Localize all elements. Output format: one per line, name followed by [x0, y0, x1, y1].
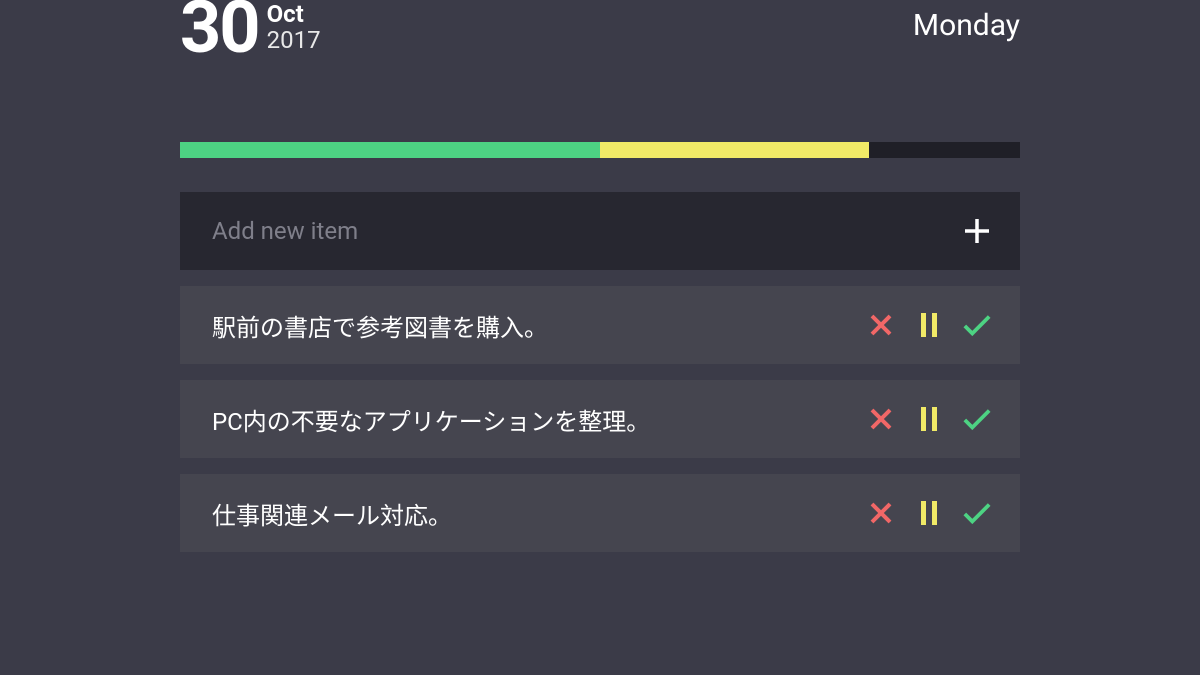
day-number: 30 [180, 0, 259, 64]
task-text: 駅前の書店で参考図書を購入。 [212, 308, 548, 343]
task-row: 仕事関連メール対応。 [180, 474, 1020, 552]
pause-icon[interactable] [914, 404, 944, 434]
task-text: PC内の不要なアプリケーションを整理。 [212, 402, 650, 437]
task-actions [866, 404, 992, 434]
delete-icon[interactable] [866, 404, 896, 434]
check-icon[interactable] [962, 404, 992, 434]
date-block: 30 Oct 2017 [180, 0, 321, 64]
pause-icon[interactable] [914, 498, 944, 528]
plus-icon[interactable] [962, 216, 992, 246]
month-label: Oct [267, 2, 321, 26]
delete-icon[interactable] [866, 498, 896, 528]
delete-icon[interactable] [866, 310, 896, 340]
add-item-row[interactable] [180, 192, 1020, 270]
check-icon[interactable] [962, 498, 992, 528]
weekday-label: Monday [913, 0, 1020, 43]
check-icon[interactable] [962, 310, 992, 340]
task-actions [866, 498, 992, 528]
task-text: 仕事関連メール対応。 [212, 496, 452, 531]
task-actions [866, 310, 992, 340]
add-item-input[interactable] [212, 217, 962, 245]
progress-bar [180, 142, 1020, 158]
task-row: 駅前の書店で参考図書を購入。 [180, 286, 1020, 364]
progress-segment-pending [600, 142, 869, 158]
pause-icon[interactable] [914, 310, 944, 340]
header: 30 Oct 2017 Monday [180, 0, 1020, 64]
progress-segment-done [180, 142, 600, 158]
task-row: PC内の不要なアプリケーションを整理。 [180, 380, 1020, 458]
year-label: 2017 [267, 28, 321, 52]
